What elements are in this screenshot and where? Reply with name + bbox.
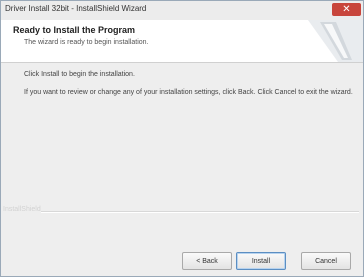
installer-window: Driver Install 32bit - InstallShield Wiz… <box>0 0 364 277</box>
title-bar[interactable]: Driver Install 32bit - InstallShield Wiz… <box>1 1 363 21</box>
header-graphic-icon <box>308 20 363 62</box>
cancel-button[interactable]: Cancel <box>301 252 351 270</box>
footer-separator <box>41 211 359 213</box>
instruction-text: Click Install to begin the installation. <box>24 71 135 78</box>
installshield-brand: InstallShield <box>3 206 41 213</box>
page-subtitle: The wizard is ready to begin installatio… <box>24 39 149 46</box>
wizard-header: Ready to Install the Program The wizard … <box>1 20 363 63</box>
review-instruction-text: If you want to review or change any of y… <box>24 89 353 96</box>
close-button[interactable]: ✕ <box>332 3 361 16</box>
window-title: Driver Install 32bit - InstallShield Wiz… <box>5 4 147 13</box>
wizard-body: Click Install to begin the installation.… <box>1 63 363 243</box>
back-button[interactable]: < Back <box>182 252 232 270</box>
close-icon: ✕ <box>342 4 351 15</box>
install-button[interactable]: Install <box>236 252 286 270</box>
page-title: Ready to Install the Program <box>13 25 136 35</box>
